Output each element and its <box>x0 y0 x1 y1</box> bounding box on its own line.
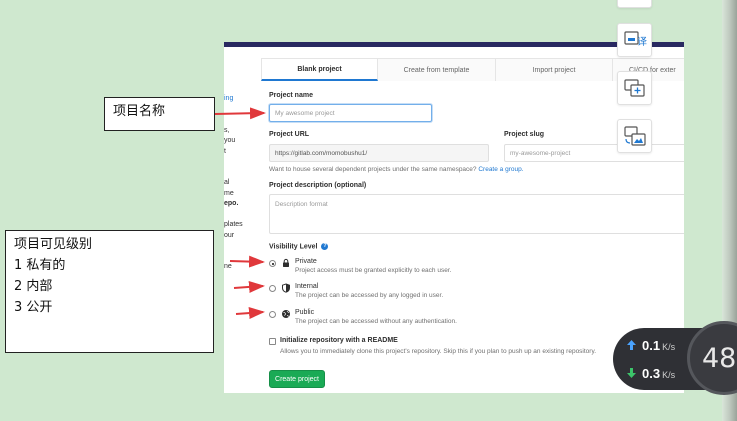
left-clip-line: you <box>224 137 236 144</box>
internal-radio[interactable] <box>269 285 276 292</box>
left-clip-line: ne <box>224 263 232 270</box>
translate-image-button[interactable]: 译 <box>617 23 652 57</box>
download-speed: 0.3 K/s <box>627 366 675 381</box>
globe-icon <box>282 310 290 318</box>
left-clip-line <box>224 115 260 126</box>
float-button-top[interactable] <box>617 0 652 8</box>
project-slug-input[interactable]: my-awesome-project <box>504 144 684 162</box>
visibility-option-public[interactable]: Public The project can be accessed witho… <box>269 309 457 325</box>
visibility-annotation-line: 2 内部 <box>14 279 53 294</box>
public-desc: The project can be accessed without any … <box>295 318 457 325</box>
swap-image-button[interactable] <box>617 119 652 153</box>
top-navbar <box>224 42 684 47</box>
left-clip-line: ing <box>224 95 234 102</box>
left-clip-line: t <box>224 147 226 155</box>
download-value: 0.3 <box>642 366 661 381</box>
project-name-input[interactable]: My awesome project <box>269 104 432 122</box>
new-project-panel: ing s, you t al me epo. plates our ne Bl… <box>224 42 684 393</box>
visibility-option-private[interactable]: Private Project access must be granted e… <box>269 258 451 274</box>
private-desc: Project access must be granted explicitl… <box>295 267 452 274</box>
arrow-up-icon <box>627 340 636 350</box>
svg-text:译: 译 <box>637 36 647 48</box>
visibility-label-text: Visibility Level <box>269 243 318 251</box>
project-slug-label: Project slug <box>504 131 545 138</box>
upload-value: 0.1 <box>642 338 661 353</box>
left-clip-line: s, <box>224 126 230 134</box>
name-annotation-text: 项目名称 <box>113 104 166 119</box>
download-unit: K/s <box>662 370 676 380</box>
visibility-annotation-line: 项目可见级别 <box>14 237 93 252</box>
readme-checkbox[interactable] <box>269 338 276 345</box>
visibility-annotation-line: 1 私有的 <box>14 258 66 273</box>
image-swap-icon <box>623 126 646 146</box>
list-icon <box>626 0 644 4</box>
left-clip-line <box>224 157 260 168</box>
tab-import-project[interactable]: Import project <box>496 58 613 81</box>
left-clip-line <box>224 252 260 263</box>
add-image-button[interactable] <box>617 71 652 105</box>
left-sidebar-clip: ing s, you t al me epo. plates our ne <box>224 94 260 273</box>
left-clip-line: me <box>224 189 234 197</box>
name-annotation-box: 项目名称 <box>104 97 215 131</box>
namespace-help: Want to house several dependent projects… <box>269 166 524 173</box>
visibility-option-internal[interactable]: Internal The project can be accessed by … <box>269 283 443 299</box>
image-translate-icon: 译 <box>623 31 647 48</box>
left-clip-line <box>224 210 260 221</box>
image-add-icon <box>623 79 645 97</box>
tab-blank-project[interactable]: Blank project <box>261 58 378 81</box>
left-clip-line <box>224 105 260 116</box>
create-project-button[interactable]: Create project <box>269 370 325 388</box>
internal-desc: The project can be accessed by any logge… <box>295 292 444 299</box>
visibility-label: Visibility Level ? <box>269 243 329 251</box>
shield-icon <box>282 283 290 293</box>
readme-label: Initialize repository with a README <box>280 337 398 344</box>
readme-desc: Allows you to immediately clone this pro… <box>280 348 597 355</box>
public-radio[interactable] <box>269 311 276 318</box>
project-url-field[interactable]: https://gitlab.com/momobushu1/ <box>269 144 489 162</box>
gauge-value: 48 <box>702 342 737 374</box>
description-label: Project description (optional) <box>269 182 367 189</box>
tab-create-from-template[interactable]: Create from template <box>378 58 496 81</box>
arrow-down-icon <box>627 368 636 378</box>
description-textarea[interactable]: Description format <box>269 194 684 234</box>
upload-unit: K/s <box>662 342 676 352</box>
private-title: Private <box>295 258 317 265</box>
namespace-help-text: Want to house several dependent projects… <box>269 166 477 173</box>
public-title: Public <box>295 309 315 316</box>
upload-speed: 0.1 K/s <box>627 338 675 353</box>
internal-title: Internal <box>295 283 319 290</box>
left-clip-line <box>224 168 260 179</box>
left-clip-line: our <box>224 231 235 239</box>
project-name-label: Project name <box>269 92 313 99</box>
project-url-label: Project URL <box>269 131 310 138</box>
visibility-annotation-line: 3 公开 <box>14 300 53 315</box>
left-clip-line: al <box>224 179 230 186</box>
visibility-annotation-box: 项目可见级别 1 私有的 2 内部 3 公开 <box>5 230 214 353</box>
left-clip-line: epo. <box>224 200 239 207</box>
left-clip-line <box>224 241 260 252</box>
create-group-link[interactable]: Create a group. <box>478 166 523 173</box>
lock-icon <box>283 258 289 267</box>
left-clip-line: plates <box>224 221 243 228</box>
help-icon[interactable]: ? <box>321 243 329 250</box>
private-radio[interactable] <box>269 260 276 267</box>
